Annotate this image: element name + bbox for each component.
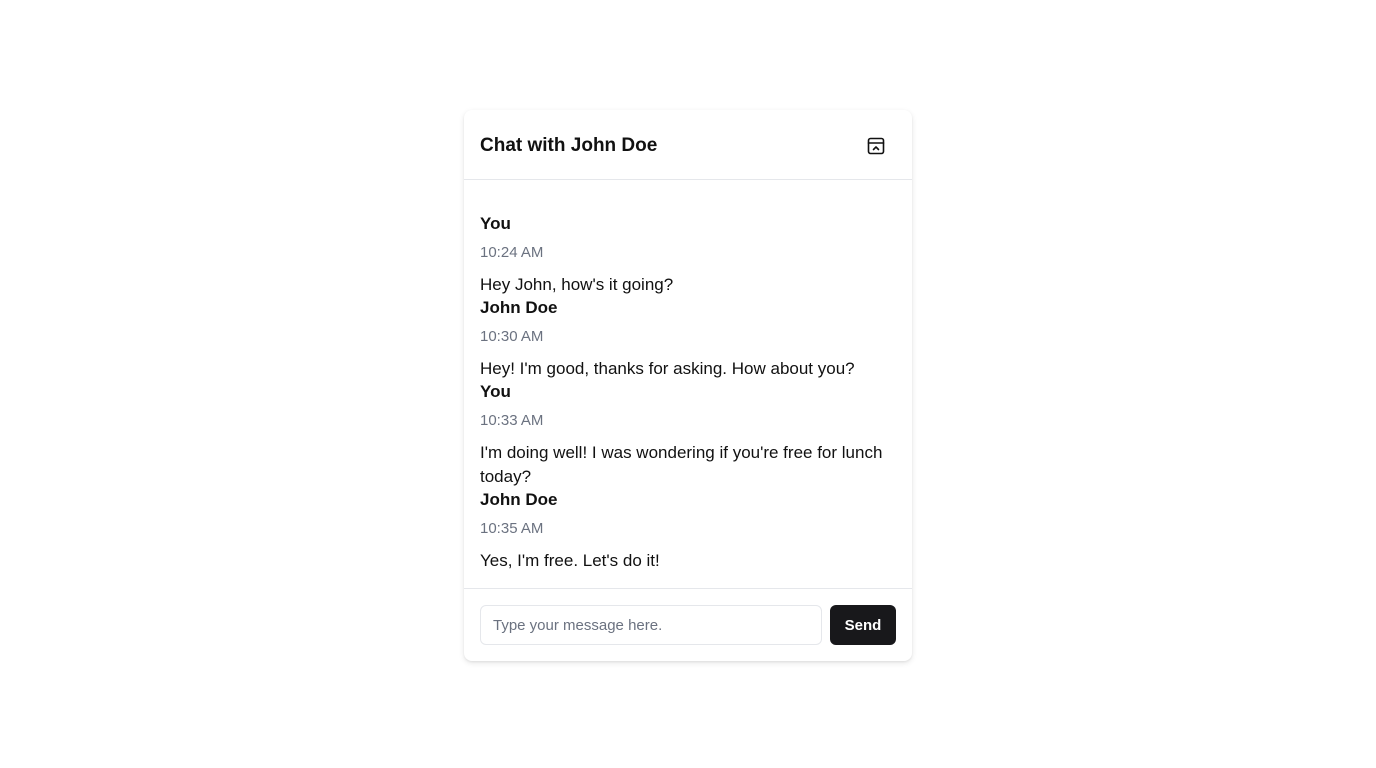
send-button[interactable]: Send	[830, 605, 896, 645]
message-item: John Doe 10:30 AM Hey! I'm good, thanks …	[480, 297, 896, 381]
message-input[interactable]	[480, 605, 822, 645]
window-collapse-button[interactable]	[864, 134, 888, 158]
window-collapse-icon	[867, 137, 885, 154]
message-timestamp: 10:30 AM	[480, 328, 544, 345]
message-text: Yes, I'm free. Let's do it!	[480, 551, 660, 570]
chat-header: Chat with John Doe	[464, 110, 912, 180]
message-timestamp: 10:24 AM	[480, 244, 544, 261]
message-timestamp: 10:35 AM	[480, 520, 544, 537]
message-sender: John Doe	[480, 298, 558, 317]
message-text: I'm doing well! I was wondering if you'r…	[480, 443, 883, 486]
message-list: You 10:24 AM Hey John, how's it going? J…	[464, 180, 912, 588]
message-composer: Send	[464, 588, 912, 661]
chat-card: Chat with John Doe You 10:24 AM Hey John…	[464, 110, 912, 661]
message-sender: John Doe	[480, 490, 558, 509]
message-item: You 10:24 AM Hey John, how's it going?	[480, 213, 896, 297]
message-text: Hey! I'm good, thanks for asking. How ab…	[480, 359, 855, 378]
message-sender: You	[480, 382, 511, 401]
message-text: Hey John, how's it going?	[480, 275, 674, 294]
message-timestamp: 10:33 AM	[480, 412, 544, 429]
message-item: John Doe 10:35 AM Yes, I'm free. Let's d…	[480, 489, 896, 573]
chat-title: Chat with John Doe	[480, 134, 658, 156]
message-sender: You	[480, 214, 511, 233]
message-item: You 10:33 AM I'm doing well! I was wonde…	[480, 381, 896, 489]
